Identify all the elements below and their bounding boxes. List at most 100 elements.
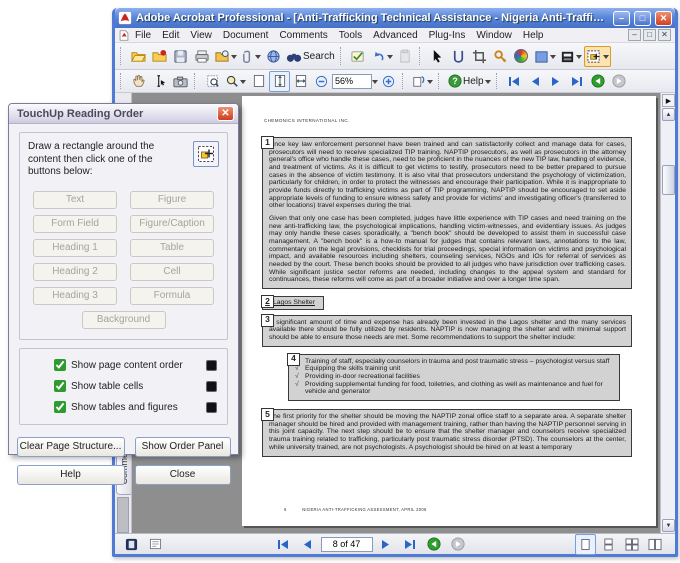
document-status-button[interactable] [121,534,142,555]
reading-order-region-1[interactable]: 1 Once key law enforcement personnel hav… [262,137,632,289]
hide-pane-arrow-icon[interactable]: ▶ [662,94,675,107]
doc-close-button[interactable]: ✕ [658,29,671,41]
dialog-close-action-button[interactable]: Close [135,465,231,485]
navigation-pane-handle[interactable] [117,497,129,533]
last-page-button[interactable] [567,71,588,92]
clear-page-structure-button[interactable]: Clear Page Structure... [17,437,125,457]
tables-figures-color-swatch[interactable] [206,402,217,413]
reading-order-tool-button[interactable] [193,141,219,167]
zoom-level-input[interactable] [332,74,372,89]
review-comment-button[interactable] [348,46,369,67]
open-button[interactable] [128,46,149,67]
fit-page-button[interactable] [269,71,290,92]
zoom-tool-button[interactable] [223,71,248,92]
reading-order-region-3[interactable]: 3 A significant amount of time and expen… [262,315,632,347]
maximize-button[interactable]: □ [634,11,651,26]
pages-panel-button[interactable] [532,46,558,67]
table-tag-button[interactable]: Table [130,239,214,257]
toolbar-grip[interactable] [438,73,442,88]
single-page-button[interactable] [575,534,596,555]
reading-order-region-2[interactable]: 2 Lagos Shelter [262,296,324,310]
last-page-button[interactable] [400,534,421,555]
next-view-button[interactable] [609,71,630,92]
heading2-tag-button[interactable]: Heading 2 [33,263,117,281]
previous-view-button[interactable] [424,534,445,555]
select-text-button[interactable] [149,71,170,92]
menu-comments[interactable]: Comments [274,29,332,42]
minimize-button[interactable]: – [613,11,630,26]
menu-file[interactable]: File [130,29,156,42]
page-number-input[interactable] [321,537,373,552]
menu-view[interactable]: View [185,29,217,42]
menu-tools[interactable]: Tools [334,29,367,42]
select-tool-button[interactable] [427,46,448,67]
vertical-scrollbar[interactable]: ▶ ▲ ▼ [660,93,675,533]
menu-document[interactable]: Document [218,29,274,42]
scrollbar-thumb[interactable] [662,165,675,195]
toolbar-grip[interactable] [496,73,500,88]
cell-tag-button[interactable]: Cell [130,263,214,281]
search-button[interactable]: Search [284,46,337,67]
window-titlebar[interactable]: Adobe Acrobat Professional - [Anti-Traff… [115,8,675,28]
print-button[interactable] [191,46,212,67]
menu-help[interactable]: Help [518,29,549,42]
create-pdf-button[interactable] [149,46,170,67]
zoom-out-button[interactable] [311,71,332,92]
formula-tag-button[interactable]: Formula [130,287,214,305]
close-button[interactable]: ✕ [655,11,672,26]
organizer-button[interactable] [212,46,239,67]
form-field-tag-button[interactable]: Form Field [33,215,117,233]
toolbar-grip[interactable] [340,47,344,65]
hand-tool-button[interactable] [128,71,149,92]
next-page-button[interactable] [546,71,567,92]
background-tag-button[interactable]: Background [82,311,166,329]
toolbar-grip[interactable] [419,47,423,65]
page-view-menu-button[interactable] [145,534,166,555]
article-tool-button[interactable] [448,46,469,67]
fit-width-button[interactable] [290,71,311,92]
previous-page-button[interactable] [525,71,546,92]
paste-button[interactable] [395,46,416,67]
show-order-panel-button[interactable]: Show Order Panel [135,437,231,457]
table-cells-color-swatch[interactable] [206,381,217,392]
toolbar-grip[interactable] [194,73,198,88]
continuous-facing-button[interactable] [621,534,642,555]
text-tag-button[interactable]: Text [33,191,117,209]
scroll-up-button[interactable]: ▲ [662,108,675,121]
figure-caption-tag-button[interactable]: Figure/Caption [130,215,214,233]
snapshot-tool-button[interactable] [170,71,191,92]
doc-restore-button[interactable]: □ [643,29,656,41]
toolbar-grip[interactable] [120,73,124,88]
picture-tasks-button[interactable] [511,46,532,67]
heading1-tag-button[interactable]: Heading 1 [33,239,117,257]
menu-advanced[interactable]: Advanced [368,29,422,42]
next-page-button[interactable] [376,534,397,555]
reading-order-region-4[interactable]: 4 √Training of staff, especially counsel… [288,354,620,401]
movie-tool-button[interactable] [558,46,584,67]
toolbar-grip[interactable] [120,47,124,65]
facing-button[interactable] [644,534,665,555]
crop-tool-button[interactable] [469,46,490,67]
save-button[interactable] [170,46,191,67]
first-page-button[interactable] [273,534,294,555]
touchup-reading-order-button[interactable] [584,46,611,67]
dialog-close-button[interactable]: ✕ [217,106,234,121]
show-table-cells-checkbox[interactable] [54,380,66,392]
actual-size-button[interactable] [248,71,269,92]
next-view-button[interactable] [448,534,469,555]
help-button[interactable]: ?Help [446,71,493,92]
menu-plugins[interactable]: Plug-Ins [424,29,471,42]
zoom-region-button[interactable] [202,71,223,92]
reading-order-region-5[interactable]: 5 The first priority for the shelter sho… [262,409,632,456]
attach-button[interactable] [239,46,263,67]
undo-button[interactable] [369,46,395,67]
email-button[interactable] [263,46,284,67]
content-order-color-swatch[interactable] [206,360,217,371]
dialog-titlebar[interactable]: TouchUp Reading Order ✕ [9,104,238,124]
figure-tag-button[interactable]: Figure [130,191,214,209]
heading3-tag-button[interactable]: Heading 3 [33,287,117,305]
show-tables-figures-checkbox[interactable] [54,401,66,413]
show-page-content-order-checkbox[interactable] [54,359,66,371]
menu-window[interactable]: Window [471,29,517,42]
continuous-button[interactable] [598,534,619,555]
